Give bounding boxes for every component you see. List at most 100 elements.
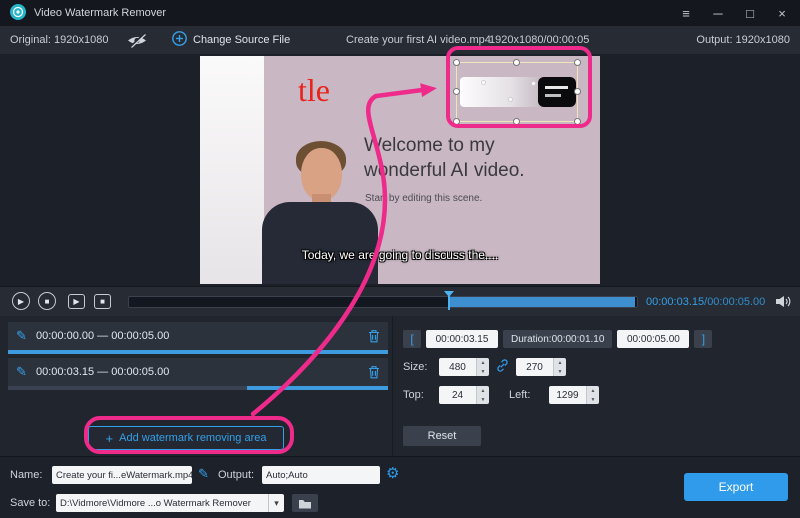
play-button[interactable]: ▶ [12, 292, 30, 310]
left-value[interactable]: 1299 [549, 386, 586, 404]
video-frame[interactable]: tle Welcome to my wonderful AI video. St… [200, 56, 600, 284]
selection-handle[interactable] [513, 59, 520, 66]
volume-button[interactable] [775, 295, 792, 311]
selection-handle[interactable] [574, 118, 581, 125]
minimize-icon[interactable]: ─ [710, 7, 726, 20]
link-ratio-icon[interactable] [495, 358, 510, 376]
width-stepper-arrows[interactable]: ▲ ▼ [476, 358, 489, 376]
start-time-field[interactable]: 00:00:03.15 [426, 330, 498, 348]
selection-handle[interactable] [453, 118, 460, 125]
add-watermark-area-label: Add watermark removing area [119, 432, 266, 444]
delete-track-icon[interactable] [368, 329, 380, 346]
watermark-settings-panel: [ 00:00:03.15 Duration:00:00:01.10 00:00… [392, 316, 800, 456]
track-time-range: 00:00:03.15 — 00:00:05.00 [36, 366, 169, 378]
output-format-field[interactable]: Auto;Auto [262, 466, 380, 484]
watermark-logo-blob [538, 77, 576, 107]
app-logo-icon [10, 4, 26, 23]
stepper-down-icon[interactable]: ▼ [477, 395, 489, 404]
watermark-track-row[interactable]: ✎ 00:00:00.00 — 00:00:05.00 [8, 322, 388, 354]
current-file-meta: 1920x1080/00:00:05 [489, 26, 589, 54]
output-resolution-label: Output: 1920x1080 [696, 26, 790, 54]
play-clip-button[interactable]: ▶ [68, 294, 85, 309]
time-display: 00:00:03.15/00:00:05.00 [646, 296, 765, 308]
player-controls: ▶ ■ ▶ ■ 00:00:03.15/00:00:05.00 [0, 286, 800, 316]
name-field[interactable]: Create your fi...eWatermark.mp4 [52, 466, 192, 484]
stepper-down-icon[interactable]: ▼ [587, 395, 599, 404]
timeline-selected-segment [449, 297, 635, 307]
top-value[interactable]: 24 [439, 386, 476, 404]
selection-handle[interactable] [453, 88, 460, 95]
edit-name-pencil-icon[interactable]: ✎ [198, 466, 209, 482]
stepper-up-icon[interactable]: ▲ [554, 358, 566, 367]
track-duration-bar [8, 350, 388, 354]
toolbar: Original: 1920x1080 Change Source File C… [0, 26, 800, 54]
play-clip-icon: ▶ [73, 297, 79, 306]
browse-folder-button[interactable] [292, 494, 318, 512]
menu-icon[interactable]: ≡ [678, 7, 694, 20]
watermark-tracks-panel: ✎ 00:00:00.00 — 00:00:05.00 ✎ 00:00:03.1… [0, 316, 392, 456]
stepper-up-icon[interactable]: ▲ [477, 386, 489, 395]
footer-bar: Name: Create your fi...eWatermark.mp4 ✎ … [0, 456, 800, 518]
current-time: 00:00:03.15 [646, 296, 704, 308]
hide-preview-eye-icon[interactable] [126, 26, 148, 54]
blurred-watermark-streak [460, 77, 574, 107]
play-icon: ▶ [18, 297, 24, 306]
height-value[interactable]: 270 [516, 358, 553, 376]
width-stepper[interactable]: 480 ▲ ▼ [439, 358, 489, 376]
stop-icon: ■ [45, 297, 50, 306]
total-time: 00:00:05.00 [707, 296, 765, 308]
selection-handle[interactable] [574, 88, 581, 95]
width-value[interactable]: 480 [439, 358, 476, 376]
track-duration-bar [8, 386, 388, 390]
stop-clip-icon: ■ [100, 297, 105, 306]
stepper-up-icon[interactable]: ▲ [477, 358, 489, 367]
stepper-down-icon[interactable]: ▼ [477, 367, 489, 376]
left-label: Left: [509, 389, 543, 401]
watermark-selection-box[interactable] [456, 62, 578, 122]
output-label: Output: [218, 469, 254, 481]
current-file-name: Create your first AI video.mp4 [346, 26, 491, 54]
playhead-marker[interactable] [444, 291, 454, 297]
export-button[interactable]: Export [684, 473, 788, 501]
left-stepper-arrows[interactable]: ▲ ▼ [586, 386, 599, 404]
presenter-body [262, 202, 378, 284]
track-time-range: 00:00:00.00 — 00:00:05.00 [36, 330, 169, 342]
pen-icon: ✎ [16, 328, 27, 344]
selection-handle[interactable] [513, 118, 520, 125]
top-stepper[interactable]: 24 ▲ ▼ [439, 386, 489, 404]
height-stepper-arrows[interactable]: ▲ ▼ [553, 358, 566, 376]
video-caption-text: Today, we are going to discuss the.... [200, 248, 600, 262]
save-path-dropdown[interactable]: D:\Vidmore\Vidmore ...o Watermark Remove… [56, 494, 284, 512]
end-time-field[interactable]: 00:00:05.00 [617, 330, 689, 348]
name-label: Name: [10, 469, 42, 481]
stepper-down-icon[interactable]: ▼ [554, 367, 566, 376]
save-to-label: Save to: [10, 497, 50, 509]
maximize-icon[interactable]: □ [742, 7, 758, 20]
top-stepper-arrows[interactable]: ▲ ▼ [476, 386, 489, 404]
reset-button[interactable]: Reset [403, 426, 481, 446]
save-path-value: D:\Vidmore\Vidmore ...o Watermark Remove… [56, 498, 268, 509]
stepper-up-icon[interactable]: ▲ [587, 386, 599, 395]
height-stepper[interactable]: 270 ▲ ▼ [516, 358, 566, 376]
set-end-bracket-button[interactable]: ] [694, 330, 712, 348]
playhead-line [448, 296, 450, 310]
close-icon[interactable]: × [774, 7, 790, 20]
selection-handle[interactable] [574, 59, 581, 66]
video-subline-text: Start by editing this scene. [365, 193, 482, 204]
stop-button[interactable]: ■ [38, 292, 56, 310]
output-settings-gear-icon[interactable]: ⚙ [386, 464, 399, 482]
selection-handle[interactable] [453, 59, 460, 66]
left-stepper[interactable]: 1299 ▲ ▼ [549, 386, 599, 404]
original-resolution-label: Original: 1920x1080 [10, 26, 108, 54]
change-source-file-button[interactable]: Change Source File [172, 26, 290, 54]
stop-clip-button[interactable]: ■ [94, 294, 111, 309]
chevron-down-icon[interactable]: ▾ [268, 494, 284, 512]
duration-display: Duration:00:00:01.10 [503, 330, 612, 348]
watermark-track-row[interactable]: ✎ 00:00:03.15 — 00:00:05.00 [8, 358, 388, 390]
video-headline-text: Welcome to my wonderful AI video. [364, 134, 582, 183]
title-bar: Video Watermark Remover ≡ ─ □ × [0, 0, 800, 26]
set-start-bracket-button[interactable]: [ [403, 330, 421, 348]
timeline-slider[interactable] [128, 296, 638, 308]
add-watermark-area-button[interactable]: + Add watermark removing area [88, 426, 284, 450]
delete-track-icon[interactable] [368, 365, 380, 382]
